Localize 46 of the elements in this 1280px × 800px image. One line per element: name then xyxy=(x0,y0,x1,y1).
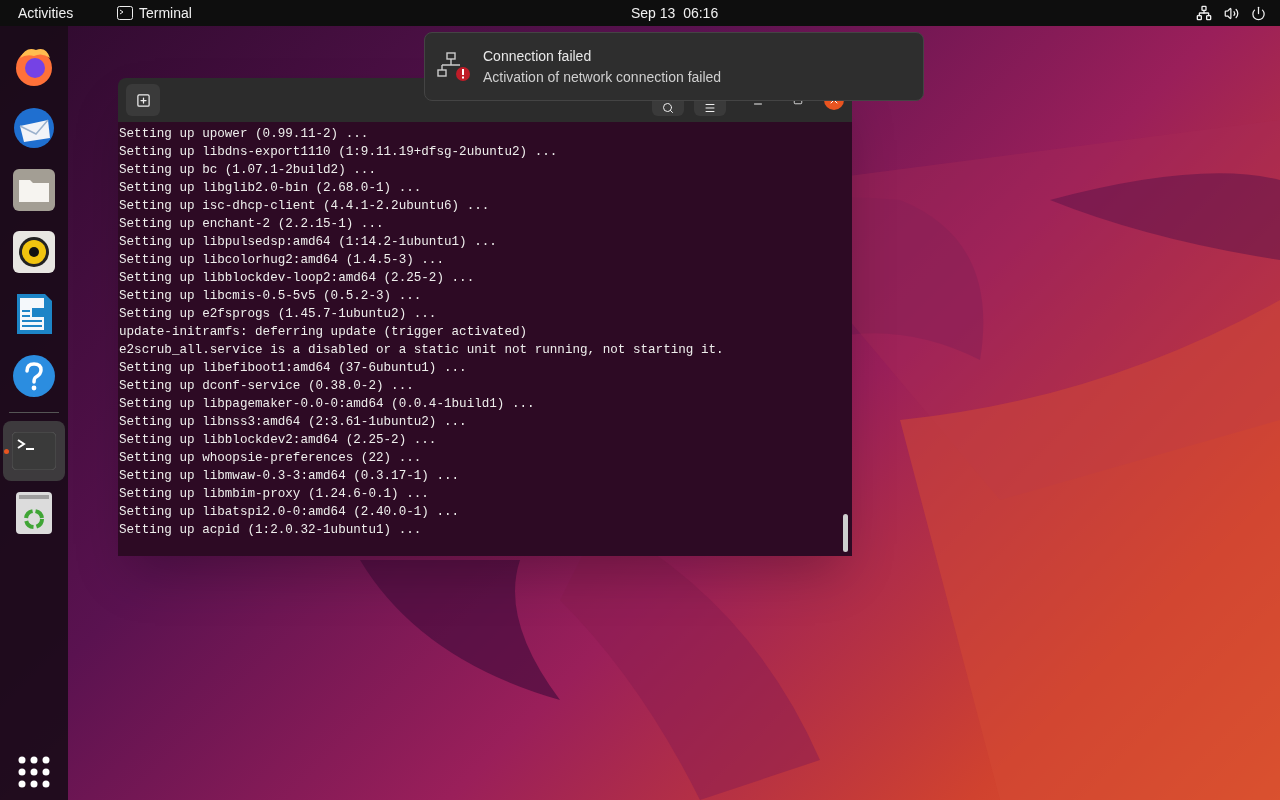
output-line: Setting up dconf-service (0.38.0-2) ... xyxy=(119,378,414,395)
output-line: Setting up acpid (1:2.0.32-1ubuntu1) ... xyxy=(119,522,422,539)
notification[interactable]: Connection failed Activation of network connection failed xyxy=(424,32,924,101)
output-line: Setting up libblockdev2:amd64 (2.25-2) ... xyxy=(119,432,437,449)
output-line: Setting up bc (1.07.1-2build2) ... xyxy=(119,162,376,179)
terminal-icon xyxy=(12,432,56,470)
output-line: Setting up libpulsedsp:amd64 (1:14.2-1ubuntu1) ... xyxy=(119,234,497,251)
question-mark-icon xyxy=(12,354,56,398)
output-line: Setting up e2fsprogs (1.45.7-1ubuntu2) ... xyxy=(119,306,437,323)
output-line: Setting up libefiboot1:amd64 (37-6ubuntu1) ... xyxy=(119,360,467,377)
output-line: Setting up libnss3:amd64 (2:3.61-1ubuntu2) ... xyxy=(119,414,467,431)
notification-body: Activation of network connection failed xyxy=(483,67,722,87)
notification-title: Connection failed xyxy=(483,46,593,66)
app-grid-icon[interactable] xyxy=(18,756,50,788)
output-line: Setting up libatspi2.0-0:amd64 (2.40.0-1) ... xyxy=(119,504,460,521)
network-icon[interactable] xyxy=(1196,5,1212,21)
output-line: Setting up libcmis-0.5-5v5 (0.5.2-3) ... xyxy=(119,288,422,305)
scrollbar[interactable] xyxy=(843,514,848,552)
output-line: update-initramfs: deferring update (trigger activated) xyxy=(119,324,528,341)
menu-icon xyxy=(704,102,716,114)
app-menu[interactable]: Terminal xyxy=(139,2,192,24)
add-tab-icon xyxy=(135,92,151,108)
mail-globe-icon xyxy=(12,106,56,150)
activities-button[interactable]: Activities xyxy=(18,2,109,24)
output-line: Setting up libmwaw-0.3-3:amd64 (0.3.17-1) ... xyxy=(119,468,460,485)
output-line: Setting up isc-dhcp-client (4.4.1-2.2ubuntu6) ... xyxy=(119,198,490,215)
output-line: Setting up libcolorhug2:amd64 (1.4.5-3) ... xyxy=(119,252,444,269)
output-line: Setting up libdns-export1110 (1:9.11.19+dfsg-2ubuntu2) ... xyxy=(119,144,558,161)
output-line: Setting up whoopsie-preferences (22) ... xyxy=(119,450,422,467)
output-line: e2scrub_all.service is a disabled or a static unit not running, not starting it. xyxy=(119,342,724,359)
output-line: Setting up libblockdev-loop2:amd64 (2.25-2) ... xyxy=(119,270,475,287)
output-line: Setting up upower (0.99.11-2) ... xyxy=(119,126,369,143)
search-icon xyxy=(662,102,674,114)
folder-icon xyxy=(12,168,56,212)
output-line: Setting up libpagemaker-0.0-0:amd64 (0.0.4-1build1) ... xyxy=(119,396,535,413)
clock[interactable]: Sep 13 06:16 xyxy=(631,2,719,24)
output-line: Setting up libglib2.0-bin (2.68.0-1) ... xyxy=(119,180,422,197)
power-icon[interactable] xyxy=(1251,5,1266,21)
new-tab-button[interactable] xyxy=(126,84,160,116)
recycle-bin-icon xyxy=(15,491,53,535)
volume-icon[interactable] xyxy=(1224,5,1239,21)
output-line: Setting up libmbim-proxy (1.24.6-0.1) ... xyxy=(119,486,429,503)
output-line: Setting up enchant-2 (2.2.15-1) ... xyxy=(119,216,384,233)
terminal-icon xyxy=(117,6,133,20)
network-error-icon xyxy=(437,51,471,82)
speaker-icon xyxy=(12,230,56,274)
